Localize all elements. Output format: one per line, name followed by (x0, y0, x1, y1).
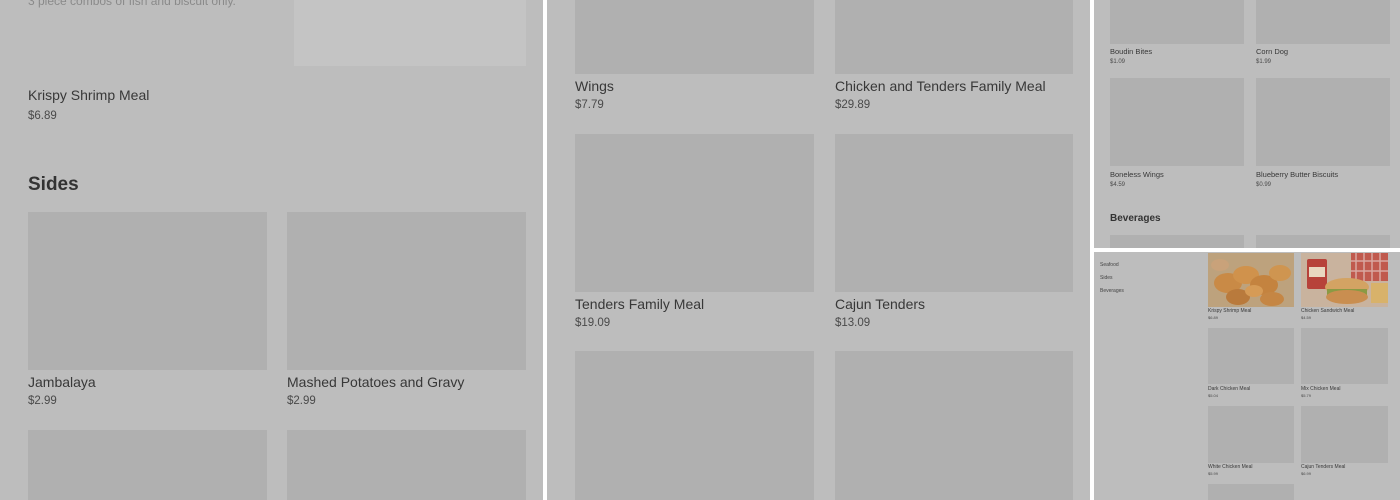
item-image[interactable] (1256, 235, 1390, 248)
item-image[interactable] (1208, 406, 1294, 463)
menu-panel-chicken: Wings $7.79 Chicken and Tenders Family M… (547, 0, 1090, 500)
item-name[interactable]: Blueberry Butter Biscuits (1256, 170, 1338, 179)
item-price: $1.09 (1110, 59, 1126, 65)
section-heading-sides: Sides (28, 174, 79, 195)
item-image[interactable] (28, 212, 267, 370)
item-image[interactable] (835, 351, 1073, 500)
item-image[interactable] (575, 134, 814, 292)
item-price: $5.79 (1301, 393, 1312, 398)
item-image[interactable] (835, 134, 1073, 292)
item-image[interactable] (287, 212, 526, 370)
item-price: $6.89 (1208, 315, 1219, 320)
item-price: $19.09 (575, 317, 611, 329)
chicken-sandwich-photo[interactable] (1301, 253, 1388, 307)
item-name[interactable]: Boneless Wings (1110, 170, 1164, 179)
item-name[interactable]: Dark Chicken Meal (1208, 386, 1250, 392)
item-image[interactable] (575, 0, 814, 74)
item-price: $1.99 (1256, 59, 1272, 65)
item-image[interactable] (1256, 0, 1390, 44)
item-price: $2.99 (28, 395, 57, 407)
item-name[interactable]: Mix Chicken Meal (1301, 386, 1340, 392)
item-name[interactable]: Tenders Family Meal (575, 296, 704, 312)
category-nav-sides[interactable]: Sides (1100, 275, 1113, 281)
item-description: 3 piece combos of fish and biscuit only. (28, 0, 236, 8)
item-price: $0.99 (1256, 182, 1272, 188)
item-image[interactable] (294, 0, 526, 66)
item-name[interactable]: White Chicken Meal (1208, 464, 1252, 470)
item-image[interactable] (1110, 0, 1244, 44)
item-name[interactable]: Krispy Shrimp Meal (1208, 308, 1251, 314)
item-name[interactable]: Wings (575, 78, 614, 94)
item-price: $7.79 (575, 99, 604, 111)
item-price: $5.04 (1208, 393, 1219, 398)
item-name[interactable]: Mashed Potatoes and Gravy (287, 374, 464, 390)
item-image[interactable] (1208, 328, 1294, 384)
item-price: $6.89 (28, 110, 57, 122)
item-price: $2.99 (287, 395, 316, 407)
category-nav-beverages[interactable]: Beverages (1100, 288, 1124, 294)
menu-panel-seafood-sides: 3 piece combos of fish and biscuit only.… (0, 0, 543, 500)
menu-panel-overview: Seafood Sides Beverages Krispy Shrimp Me… (1094, 252, 1400, 500)
item-name[interactable]: Chicken Sandwich Meal (1301, 308, 1354, 314)
item-image[interactable] (1301, 406, 1388, 463)
item-price: $6.99 (1301, 471, 1312, 476)
item-price: $29.89 (835, 99, 871, 111)
item-name[interactable]: Krispy Shrimp Meal (28, 87, 149, 103)
item-name[interactable]: Cajun Tenders (835, 296, 925, 312)
item-image[interactable] (1301, 328, 1388, 384)
krispy-shrimp-photo[interactable] (1208, 253, 1294, 307)
item-image[interactable] (575, 351, 814, 500)
item-image[interactable] (1256, 78, 1390, 166)
item-image[interactable] (287, 430, 526, 500)
item-name[interactable]: Jambalaya (28, 374, 96, 390)
item-name[interactable]: Cajun Tenders Meal (1301, 464, 1345, 470)
item-name[interactable]: Boudin Bites (1110, 47, 1152, 56)
item-price: $4.59 (1110, 182, 1126, 188)
category-nav-seafood[interactable]: Seafood (1100, 262, 1119, 268)
item-image[interactable] (835, 0, 1073, 74)
item-price: $13.09 (835, 317, 871, 329)
item-name[interactable]: Chicken and Tenders Family Meal (835, 78, 1046, 94)
item-image[interactable] (1208, 484, 1294, 500)
menu-panel-sides-small: Boudin Bites $1.09 Corn Dog $1.99 Bonele… (1094, 0, 1400, 248)
item-image[interactable] (1110, 235, 1244, 248)
section-heading-beverages: Beverages (1110, 213, 1161, 224)
item-price: $5.99 (1208, 471, 1219, 476)
item-price: $4.59 (1301, 315, 1312, 320)
item-image[interactable] (28, 430, 267, 500)
item-image[interactable] (1110, 78, 1244, 166)
item-name[interactable]: Corn Dog (1256, 47, 1288, 56)
